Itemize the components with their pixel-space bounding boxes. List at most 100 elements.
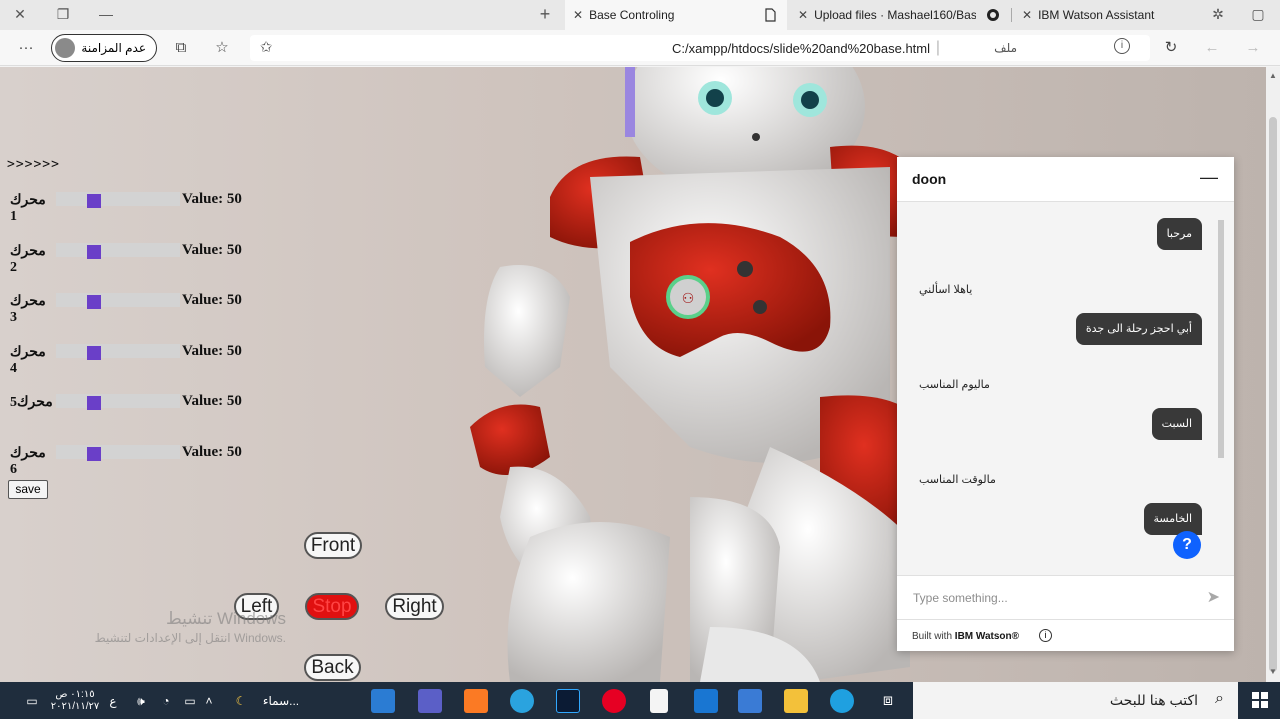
stop-button[interactable]: Stop xyxy=(305,593,359,620)
chat-input[interactable]: Type something... ➤ xyxy=(897,575,1234,619)
close-tab-icon[interactable]: ✕ xyxy=(1022,8,1032,22)
chevron-up-icon[interactable]: ˄ xyxy=(202,689,216,713)
file-label: ملف xyxy=(994,41,1017,55)
mail-icon[interactable] xyxy=(694,689,718,713)
page-icon xyxy=(765,8,776,22)
motor-value: Value: 50 xyxy=(182,242,242,258)
help-button[interactable]: ? xyxy=(1173,531,1201,559)
collections-icon[interactable]: ⧉ xyxy=(171,38,191,58)
close-tab-icon[interactable]: ✕ xyxy=(573,8,583,22)
url-field[interactable]: ✩ C:/xampp/htdocs/slide%20and%20base.htm… xyxy=(250,35,1150,61)
chat-input-placeholder: Type something... xyxy=(913,591,1008,605)
start-button[interactable] xyxy=(1240,682,1280,719)
chat-widget: doon — مرحبا ياهلا اسألني أبي احجز رحلة … xyxy=(897,157,1234,651)
tab-ibm-watson[interactable]: ✕ IBM Watson Assistant xyxy=(1014,0,1204,30)
edge-icon[interactable] xyxy=(830,689,854,713)
language-indicator[interactable]: ع xyxy=(106,689,120,713)
bug-icon[interactable]: ✲ xyxy=(1208,4,1228,24)
motor-1-slider[interactable] xyxy=(56,192,180,208)
scroll-up-icon[interactable]: ▲ xyxy=(1269,71,1277,80)
folder-icon[interactable] xyxy=(784,689,808,713)
page-scrollbar[interactable]: ▲ ▼ xyxy=(1266,67,1280,682)
vscode-icon[interactable] xyxy=(371,689,395,713)
save-button[interactable]: save xyxy=(8,480,48,499)
sync-button[interactable]: عدم المزامنة xyxy=(51,34,157,62)
close-tab-icon[interactable]: ✕ xyxy=(798,8,808,22)
activation-subtitle: انتقل إلى الإعدادات لتنشيط Windows. xyxy=(94,631,286,645)
taskbar: ▭ ٠١:١٥ ص ٢٠٢١/١١/٢٧ ع 🕪 ◔ ▭ ˄ ☾ سماء...… xyxy=(0,682,1280,719)
send-icon[interactable]: ➤ xyxy=(1207,587,1220,607)
refresh-icon[interactable]: ↻ xyxy=(1161,38,1181,58)
search-placeholder: اكتب هنا للبحث xyxy=(1109,692,1198,708)
pinterest-icon[interactable] xyxy=(602,689,626,713)
slider-thumb[interactable] xyxy=(87,245,101,259)
tab-base-controling[interactable]: ✕ Base Controling xyxy=(565,0,787,30)
tab-actions-icon[interactable]: ▢ xyxy=(1248,4,1268,24)
motor-5-slider[interactable] xyxy=(56,394,180,410)
bot-message: مالوقت المناسب xyxy=(919,474,996,486)
front-button[interactable]: Front xyxy=(304,532,362,559)
motor-label: محرك 3 xyxy=(10,294,46,325)
back-button[interactable]: Back xyxy=(304,654,361,681)
forward-icon[interactable]: → xyxy=(1243,38,1263,58)
motor-label: محرك 1 xyxy=(10,193,46,224)
user-message: مرحبا xyxy=(1156,218,1202,250)
motor-value: Value: 50 xyxy=(182,292,242,308)
weather-text[interactable]: سماء... xyxy=(258,689,304,713)
file-icon[interactable] xyxy=(650,689,668,713)
motor-4-slider[interactable] xyxy=(56,344,180,360)
tab-upload-files[interactable]: ✕ Upload files · Mashael160/Basec xyxy=(790,0,1008,30)
clock-date: ٢٠٢١/١١/٢٧ xyxy=(50,701,100,712)
task-view-icon[interactable]: ⧈ xyxy=(876,689,900,713)
motor-value: Value: 50 xyxy=(182,444,242,460)
add-favorite-icon[interactable]: ✩ xyxy=(256,38,276,58)
slider-thumb[interactable] xyxy=(87,447,101,461)
motor-label: محرك 4 xyxy=(10,345,46,376)
restore-window-icon[interactable]: ❐ xyxy=(53,4,73,24)
motor-3-slider[interactable] xyxy=(56,293,180,309)
svg-text:⚇: ⚇ xyxy=(682,290,695,306)
windows-activation-watermark: تنشيط Windows انتقل إلى الإعدادات لتنشيط… xyxy=(66,609,286,645)
right-button[interactable]: Right xyxy=(385,593,444,620)
minimize-window-icon[interactable]: — xyxy=(96,4,116,24)
motor-2-slider[interactable] xyxy=(56,243,180,259)
new-tab-icon[interactable]: + xyxy=(535,4,555,24)
tab-bar: ✕ ❐ — + ✕ Base Controling ✕ Upload files… xyxy=(0,0,1280,30)
back-icon[interactable]: ← xyxy=(1202,38,1222,58)
battery-icon[interactable]: ▭ xyxy=(180,689,200,713)
motor-label: محرك 6 xyxy=(10,446,46,477)
teams-icon[interactable] xyxy=(418,689,442,713)
motor-6-slider[interactable] xyxy=(56,445,180,461)
bot-message: ماليوم المناسب xyxy=(919,379,990,391)
store-icon[interactable] xyxy=(738,689,762,713)
slider-thumb[interactable] xyxy=(87,194,101,208)
slider-thumb[interactable] xyxy=(87,346,101,360)
more-icon[interactable]: ··· xyxy=(16,38,36,58)
user-message: أبي احجز رحلة الى جدة xyxy=(1075,313,1202,345)
favorites-icon[interactable]: ☆ xyxy=(212,38,232,58)
info-icon[interactable]: i xyxy=(1039,629,1052,642)
notification-icon[interactable]: ▭ xyxy=(22,689,42,713)
telegram-icon[interactable] xyxy=(510,689,534,713)
close-window-icon[interactable]: ✕ xyxy=(10,4,30,24)
slider-thumb[interactable] xyxy=(87,295,101,309)
xampp-icon[interactable] xyxy=(464,689,488,713)
chat-messages[interactable]: مرحبا ياهلا اسألني أبي احجز رحلة الى جدة… xyxy=(897,202,1234,575)
chat-footer: Built with IBM Watson® i xyxy=(897,619,1234,651)
taskbar-search[interactable]: اكتب هنا للبحث ⌕ xyxy=(913,682,1238,719)
chat-scroll-thumb[interactable] xyxy=(1218,220,1224,458)
scroll-down-icon[interactable]: ▼ xyxy=(1269,667,1277,676)
photoshop-icon[interactable] xyxy=(556,689,580,713)
scroll-thumb[interactable] xyxy=(1269,117,1277,672)
slider-thumb[interactable] xyxy=(87,396,101,410)
wifi-icon[interactable]: ◔ xyxy=(155,689,177,713)
arrows-text: >>>>>> xyxy=(7,157,60,172)
separator: | xyxy=(935,39,940,56)
minimize-icon[interactable]: — xyxy=(1200,167,1218,188)
info-icon[interactable]: i xyxy=(1114,38,1130,54)
volume-icon[interactable]: 🕪 xyxy=(130,689,152,713)
clock[interactable]: ٠١:١٥ ص ٢٠٢١/١١/٢٧ xyxy=(50,689,100,713)
built-with-text: Built with IBM Watson® xyxy=(912,631,1020,642)
github-icon xyxy=(987,9,999,21)
motor-value: Value: 50 xyxy=(182,191,242,207)
